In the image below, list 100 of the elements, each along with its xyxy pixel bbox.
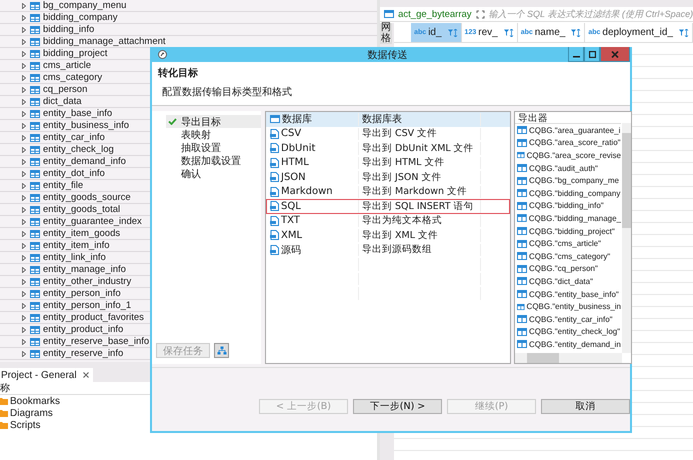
column-header: 数据库	[282, 112, 312, 126]
table-name[interactable]: entity_car_info	[43, 132, 105, 143]
format-name: SQL	[281, 200, 301, 212]
format-row[interactable]: HTML 导出到 HTML 文件	[266, 156, 510, 170]
table-icon	[517, 328, 527, 336]
exporter-item[interactable]: CQBG."dict_data"	[529, 276, 593, 286]
table-name[interactable]: entity_other_industry	[43, 276, 132, 287]
table-icon	[30, 38, 40, 46]
exporter-item[interactable]: CQBG."bg_company_me	[529, 176, 619, 186]
wizard-step[interactable]: 表映射	[166, 128, 261, 141]
grid-tab[interactable]: 网格	[380, 23, 392, 44]
table-name[interactable]: entity_product_info	[43, 324, 124, 335]
exporter-item[interactable]: CQBG."entity_car_info"	[529, 314, 612, 324]
format-row[interactable]: JSON 导出到 JSON 文件	[266, 170, 510, 184]
project-item[interactable]: Diagrams	[10, 408, 53, 418]
table-name[interactable]: entity_reserve_base_info	[43, 336, 150, 347]
table-name[interactable]: entity_business_info	[43, 120, 130, 131]
table-icon	[517, 227, 527, 236]
close-button[interactable]	[600, 47, 630, 62]
close-icon	[611, 50, 619, 58]
exporter-item[interactable]: CQBG."cms_category"	[529, 252, 610, 261]
task-button[interactable]	[214, 343, 229, 358]
wizard-step[interactable]: 抽取设置	[166, 141, 261, 154]
table-icon	[30, 326, 40, 334]
table-name[interactable]: entity_file	[43, 180, 84, 191]
table-name[interactable]: cms_category	[43, 72, 102, 83]
format-row[interactable]: CSV 导出到 CSV 文件	[266, 126, 510, 141]
expand-icon[interactable]	[476, 10, 485, 18]
filter-field[interactable]: 输入一个 SQL 表达式来过滤结果 (使用 Ctrl+Space)	[488, 9, 693, 19]
wizard-step[interactable]: 导出目标	[166, 115, 261, 128]
format-row[interactable]: Markdown 导出到 Markdown 文件	[266, 184, 510, 199]
exporter-item[interactable]: CQBG."cms_article"	[529, 239, 601, 248]
wizard-button[interactable]: 下一步(N) >	[353, 399, 442, 414]
table-icon	[517, 277, 527, 286]
exporter-item[interactable]: CQBG."entity_business_in	[526, 302, 621, 312]
project-tab[interactable]: Project - General	[0, 368, 93, 382]
filter-sort-icon[interactable]	[504, 28, 514, 36]
table-name[interactable]: entity_manage_info	[43, 264, 126, 275]
project-item[interactable]: Scripts	[10, 420, 41, 430]
table-name[interactable]: bidding_company	[43, 12, 118, 23]
table-name[interactable]: cq_person	[43, 84, 88, 95]
exporter-item[interactable]: CQBG."entity_demand_in	[529, 340, 621, 349]
wizard-step[interactable]: 数据加载设置	[166, 154, 261, 167]
table-name[interactable]: entity_person_info	[43, 288, 121, 299]
table-name[interactable]: dict_data	[43, 96, 82, 107]
table-name[interactable]: entity_check_log	[43, 144, 114, 155]
table-name[interactable]: entity_item_info	[43, 240, 110, 251]
close-icon[interactable]	[82, 372, 89, 378]
exporter-item[interactable]: CQBG."bidding_info"	[529, 201, 604, 210]
wizard-step[interactable]: 确认	[166, 167, 261, 180]
table-icon	[384, 10, 394, 18]
exporter-item[interactable]: CQBG."area_score_ratio"	[529, 138, 620, 148]
table-name[interactable]: entity_link_info	[43, 252, 106, 263]
table-icon	[30, 266, 40, 274]
project-item[interactable]: Bookmarks	[10, 396, 60, 406]
format-description: 导出到 XML 文件	[362, 228, 438, 242]
exporter-item[interactable]: CQBG."entity_base_info"	[529, 290, 619, 299]
table-icon	[30, 14, 40, 22]
exporter-item[interactable]: CQBG."area_score_revise	[526, 150, 621, 160]
format-row[interactable]: DbUnit 导出到 DbUnit XML 文件	[266, 141, 510, 156]
table-name[interactable]: cms_article	[43, 60, 92, 71]
table-name[interactable]: entity_reserve_info	[43, 348, 124, 359]
format-row[interactable]: SQL 导出到 SQL INSERT 语句	[266, 199, 510, 214]
horizontal-scrollbar[interactable]	[515, 353, 622, 363]
table-name[interactable]: entity_goods_source	[43, 192, 131, 203]
table-name[interactable]: entity_item_goods	[43, 228, 120, 239]
table-name[interactable]: entity_person_info_1	[43, 300, 132, 311]
format-name: HTML	[281, 157, 309, 168]
exporter-item[interactable]: CQBG."bidding_project"	[529, 226, 615, 236]
wizard-button[interactable]: 取消	[541, 399, 630, 414]
minimize-button[interactable]	[568, 47, 584, 62]
table-name[interactable]: entity_product_favorites	[43, 312, 144, 323]
table-icon	[30, 98, 40, 106]
exporter-item[interactable]: CQBG."cq_person"	[529, 264, 598, 274]
exporter-item[interactable]: CQBG."area_guarantee_i	[529, 126, 620, 135]
table-name[interactable]: entity_guarantee_index	[43, 216, 142, 227]
vertical-scrollbar[interactable]	[622, 123, 631, 353]
filter-sort-icon[interactable]	[571, 28, 582, 36]
table-icon	[30, 314, 40, 322]
table-name[interactable]: entity_dot_info	[43, 168, 105, 179]
exporter-item[interactable]: CQBG."bidding_manage_	[528, 214, 621, 223]
table-name[interactable]: entity_base_info	[43, 108, 112, 119]
exporter-item[interactable]: CQBG."audit_auth"	[529, 164, 598, 173]
table-name[interactable]: act_ge_bytearray	[398, 8, 472, 20]
table-name[interactable]: entity_demand_info	[43, 156, 126, 167]
format-row[interactable]: TXT 导出为纯文本格式	[266, 214, 510, 228]
maximize-button[interactable]	[584, 47, 600, 62]
format-description: 导出为纯文本格式	[362, 214, 442, 228]
table-name[interactable]: bg_company_menu	[43, 0, 126, 11]
format-row[interactable]: 源码 导出到源码数组	[266, 242, 510, 257]
exporter-item[interactable]: CQBG."bidding_company	[529, 188, 620, 198]
file-icon	[270, 244, 279, 255]
filter-sort-icon[interactable]	[679, 28, 689, 36]
exporter-item[interactable]: CQBG."entity_check_log"	[529, 327, 620, 336]
table-name[interactable]: bidding_info	[43, 24, 94, 35]
table-name[interactable]: bidding_project	[43, 48, 108, 59]
format-row[interactable]: XML 导出到 XML 文件	[266, 228, 510, 242]
table-icon	[517, 176, 527, 185]
table-name[interactable]: bidding_manage_attachment	[43, 36, 166, 47]
table-name[interactable]: entity_goods_total	[43, 204, 120, 215]
